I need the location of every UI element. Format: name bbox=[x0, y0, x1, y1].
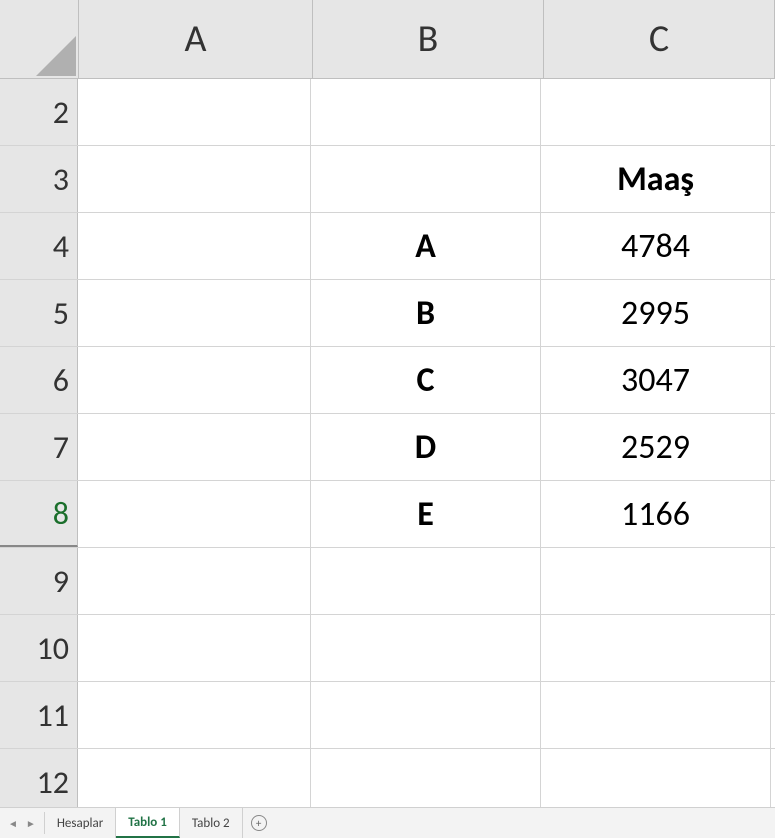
cell-B10[interactable] bbox=[311, 615, 541, 681]
row-header-9[interactable]: 9 bbox=[0, 548, 78, 614]
column-headers-row: A B C bbox=[0, 0, 775, 79]
cell-C8[interactable]: 1166 bbox=[541, 481, 771, 547]
cell-C9[interactable] bbox=[541, 548, 771, 614]
tab-nav-next-icon[interactable]: ► bbox=[24, 817, 38, 830]
tab-tablo-2[interactable]: Tablo 2 bbox=[180, 808, 243, 838]
cell-A8[interactable] bbox=[78, 481, 311, 547]
cell-B7[interactable]: D bbox=[311, 414, 541, 480]
row-header-12[interactable]: 12 bbox=[0, 749, 78, 815]
row-8: 8 E 1166 bbox=[0, 481, 775, 548]
row-header-6[interactable]: 6 bbox=[0, 347, 78, 413]
cell-B6[interactable]: C bbox=[311, 347, 541, 413]
sheet-tab-bar: ◄ ► Hesaplar Tablo 1 Tablo 2 + bbox=[0, 807, 775, 838]
row-10: 10 bbox=[0, 615, 775, 682]
tab-hesaplar[interactable]: Hesaplar bbox=[45, 808, 116, 838]
cell-C5[interactable]: 2995 bbox=[541, 280, 771, 346]
tab-nav: ◄ ► bbox=[0, 808, 44, 838]
row-header-8[interactable]: 8 bbox=[0, 481, 78, 547]
cell-B12[interactable] bbox=[311, 749, 541, 815]
cell-A3[interactable] bbox=[78, 146, 311, 212]
column-header-B[interactable]: B bbox=[313, 0, 544, 78]
tab-tablo-1[interactable]: Tablo 1 bbox=[116, 808, 180, 838]
cell-C7[interactable]: 2529 bbox=[541, 414, 771, 480]
cell-A11[interactable] bbox=[78, 682, 311, 748]
row-5: 5 B 2995 bbox=[0, 280, 775, 347]
row-7: 7 D 2529 bbox=[0, 414, 775, 481]
row-4: 4 A 4784 bbox=[0, 213, 775, 280]
row-header-11[interactable]: 11 bbox=[0, 682, 78, 748]
column-header-C[interactable]: C bbox=[544, 0, 775, 78]
row-6: 6 C 3047 bbox=[0, 347, 775, 414]
cell-A12[interactable] bbox=[78, 749, 311, 815]
cell-C3[interactable]: Maaş bbox=[541, 146, 771, 212]
cell-B11[interactable] bbox=[311, 682, 541, 748]
row-11: 11 bbox=[0, 682, 775, 749]
cell-B3[interactable] bbox=[311, 146, 541, 212]
cell-B4[interactable]: A bbox=[311, 213, 541, 279]
cell-B9[interactable] bbox=[311, 548, 541, 614]
cell-C4[interactable]: 4784 bbox=[541, 213, 771, 279]
tab-add-button[interactable]: + bbox=[243, 808, 275, 838]
cell-C6[interactable]: 3047 bbox=[541, 347, 771, 413]
spreadsheet-grid: A B C 2 3 Maaş 4 A 4784 5 B 2995 6 C 304… bbox=[0, 0, 775, 808]
cell-B2[interactable] bbox=[311, 79, 541, 145]
row-12: 12 bbox=[0, 749, 775, 816]
row-header-10[interactable]: 10 bbox=[0, 615, 78, 681]
select-all-corner[interactable] bbox=[0, 0, 79, 78]
row-header-4[interactable]: 4 bbox=[0, 213, 78, 279]
tab-nav-prev-icon[interactable]: ◄ bbox=[6, 817, 20, 830]
plus-icon: + bbox=[251, 815, 267, 831]
row-header-5[interactable]: 5 bbox=[0, 280, 78, 346]
row-header-7[interactable]: 7 bbox=[0, 414, 78, 480]
cell-A10[interactable] bbox=[78, 615, 311, 681]
row-9: 9 bbox=[0, 548, 775, 615]
cell-A6[interactable] bbox=[78, 347, 311, 413]
row-header-3[interactable]: 3 bbox=[0, 146, 78, 212]
cell-A2[interactable] bbox=[78, 79, 311, 145]
select-all-triangle-icon bbox=[36, 36, 76, 76]
cell-C11[interactable] bbox=[541, 682, 771, 748]
cell-C2[interactable] bbox=[541, 79, 771, 145]
row-3: 3 Maaş bbox=[0, 146, 775, 213]
row-header-2[interactable]: 2 bbox=[0, 79, 78, 145]
cell-B5[interactable]: B bbox=[311, 280, 541, 346]
column-header-A[interactable]: A bbox=[79, 0, 313, 78]
cell-A9[interactable] bbox=[78, 548, 311, 614]
cell-C12[interactable] bbox=[541, 749, 771, 815]
cell-A4[interactable] bbox=[78, 213, 311, 279]
row-2: 2 bbox=[0, 79, 775, 146]
cell-C10[interactable] bbox=[541, 615, 771, 681]
cell-B8[interactable]: E bbox=[311, 481, 541, 547]
cell-A5[interactable] bbox=[78, 280, 311, 346]
cell-A7[interactable] bbox=[78, 414, 311, 480]
